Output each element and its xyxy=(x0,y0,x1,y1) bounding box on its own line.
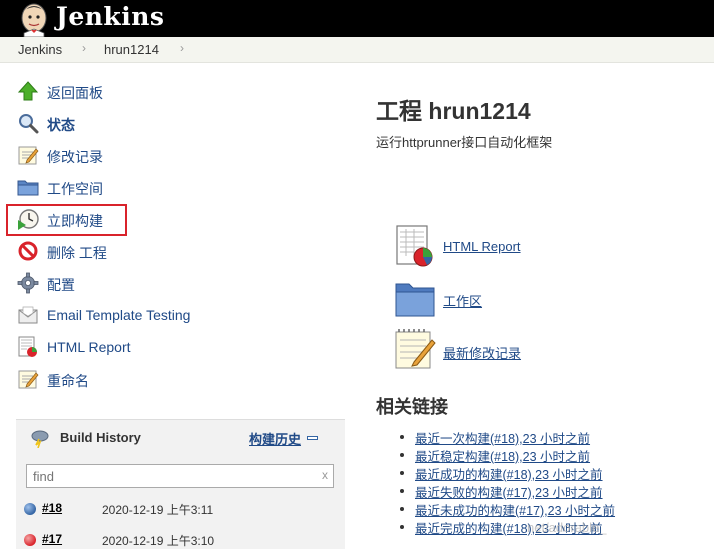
sidebar-item-label: HTML Report xyxy=(47,339,131,355)
envelope-icon xyxy=(18,306,38,324)
build-status-ball-icon xyxy=(24,534,36,546)
gear-icon xyxy=(17,272,39,294)
build-number-link[interactable]: #18 xyxy=(42,501,62,515)
breadcrumb-jenkins[interactable]: Jenkins xyxy=(18,42,62,57)
sidebar-item-label: 删除 工程 xyxy=(47,245,107,261)
up-arrow-icon xyxy=(17,81,39,101)
search-icon xyxy=(19,114,39,134)
build-history-panel: Build History 构建历史 x #18 2020-12-19 上午3:… xyxy=(16,419,345,549)
sidebar-item-label: 状态 xyxy=(47,117,75,133)
jenkins-butler-logo-icon[interactable] xyxy=(16,0,52,37)
page-title: 工程 hrun1214 xyxy=(376,98,531,124)
project-description: 运行httprunner接口自动化框架 xyxy=(376,135,553,150)
clear-search-icon[interactable]: x xyxy=(322,468,328,482)
sidebar-item-label: 返回面板 xyxy=(47,85,103,101)
report-chart-icon xyxy=(396,225,433,267)
permalink-last-build[interactable]: 最近一次构建(#18),23 小时之前 xyxy=(415,428,590,447)
permalink-last-stable[interactable]: 最近稳定构建(#18),23 小时之前 xyxy=(415,446,590,465)
build-date[interactable]: 2020-12-19 上午3:10 xyxy=(102,532,214,549)
jenkins-title[interactable]: Jenkins xyxy=(56,2,164,31)
folder-icon xyxy=(17,180,39,196)
folder-icon xyxy=(395,283,435,317)
build-row: #17 2020-12-19 上午3:10 xyxy=(24,531,334,549)
weather-storm-icon xyxy=(31,430,49,448)
breadcrumb-separator-icon: › xyxy=(82,41,86,55)
main-link-label: 工作区 xyxy=(443,294,483,309)
breadcrumb-separator-icon: › xyxy=(180,41,184,55)
collapse-icon[interactable] xyxy=(307,436,318,440)
breadcrumb: Jenkins › hrun1214 › xyxy=(0,37,714,63)
permalink-last-failed[interactable]: 最近失败的构建(#17),23 小时之前 xyxy=(415,482,603,501)
build-row: #18 2020-12-19 上午3:11 xyxy=(24,500,334,520)
main-link-label: HTML Report xyxy=(443,239,521,254)
build-trend-link[interactable]: 构建历史 xyxy=(249,429,301,448)
sidebar-item-label: 立即构建 xyxy=(47,213,103,229)
top-header: Jenkins xyxy=(0,0,714,37)
notepad-icon xyxy=(18,370,39,389)
sidebar-item-label: 修改记录 xyxy=(47,149,103,165)
watermark: net/adorable_ xyxy=(527,520,607,535)
build-history-title: Build History xyxy=(60,430,141,445)
notepad-icon xyxy=(18,146,39,165)
clock-play-icon xyxy=(18,209,39,230)
permalink-last-successful[interactable]: 最近成功的构建(#18),23 小时之前 xyxy=(415,464,603,483)
sidebar-item-label: 工作空间 xyxy=(47,181,103,197)
notepad-icon xyxy=(395,329,436,369)
build-search-box: x xyxy=(26,464,334,488)
build-date[interactable]: 2020-12-19 上午3:11 xyxy=(102,501,213,518)
no-entry-icon xyxy=(18,241,38,261)
permalink-last-unsuccessful[interactable]: 最近未成功的构建(#17),23 小时之前 xyxy=(415,500,615,519)
build-search-input[interactable] xyxy=(33,468,313,484)
build-status-ball-icon xyxy=(24,503,36,515)
sidebar-item-label: 重命名 xyxy=(47,373,89,389)
related-links-title: 相关链接 xyxy=(376,397,448,417)
sidebar-item-label: 配置 xyxy=(47,277,75,293)
breadcrumb-project[interactable]: hrun1214 xyxy=(104,42,159,57)
report-chart-icon xyxy=(18,336,37,357)
main-link-label: 最新修改记录 xyxy=(443,346,522,361)
build-number-link[interactable]: #17 xyxy=(42,532,62,546)
sidebar-item-label: Email Template Testing xyxy=(47,307,191,323)
